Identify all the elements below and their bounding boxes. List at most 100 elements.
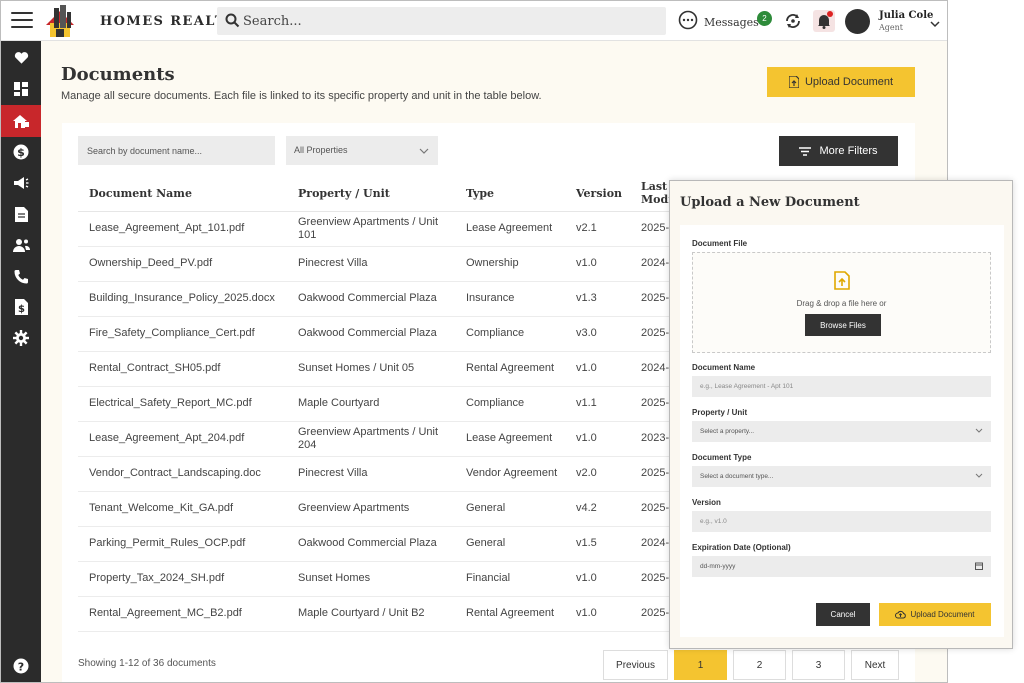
svg-text:$: $ xyxy=(17,146,25,159)
page-2-button[interactable]: 2 xyxy=(733,650,786,680)
megaphone-icon xyxy=(14,177,29,189)
document-name-input[interactable] xyxy=(692,376,991,397)
version-input[interactable] xyxy=(692,511,991,532)
cancel-button[interactable]: Cancel xyxy=(816,603,870,626)
calendar-icon[interactable] xyxy=(975,562,983,572)
version-cell: v2.0 xyxy=(565,456,630,492)
property-filter-value: All Properties xyxy=(294,145,348,155)
column-header-property[interactable]: Property / Unit xyxy=(287,176,455,212)
top-bar: HOMES REALTY Messages 2 Julia Cole Agent xyxy=(1,1,947,41)
document-name-cell: Building_Insurance_Policy_2025.docx xyxy=(78,281,287,317)
property-unit-cell: Greenview Apartments / Unit 204 xyxy=(287,421,455,457)
messages-button[interactable]: Messages xyxy=(678,10,759,34)
settings-icon xyxy=(13,330,29,346)
type-cell: Financial xyxy=(455,561,565,597)
expiration-date-label: Expiration Date (Optional) xyxy=(692,543,791,552)
people-icon xyxy=(12,239,30,252)
global-search[interactable] xyxy=(217,7,666,35)
modal-title: Upload a New Document xyxy=(680,195,860,210)
phone-icon xyxy=(14,269,28,283)
property-unit-cell: Greenview Apartments / Unit 101 xyxy=(287,211,455,247)
pagination-summary: Showing 1-12 of 36 documents xyxy=(78,658,216,669)
chevron-down-icon xyxy=(975,473,983,480)
sidebar-item-calls[interactable] xyxy=(1,261,41,291)
type-cell: General xyxy=(455,491,565,527)
property-unit-cell: Greenview Apartments xyxy=(287,491,455,527)
sidebar-item-finance[interactable]: $ xyxy=(1,137,41,167)
type-cell: Rental Agreement xyxy=(455,596,565,632)
type-cell: Compliance xyxy=(455,386,565,422)
sidebar-item-properties[interactable] xyxy=(1,105,41,137)
upload-document-submit-label: Upload Document xyxy=(910,610,975,619)
property-icon xyxy=(13,114,29,128)
document-search-input[interactable] xyxy=(78,136,275,165)
upload-document-submit-button[interactable]: Upload Document xyxy=(879,603,991,626)
version-cell: v1.0 xyxy=(565,421,630,457)
document-name-cell: Lease_Agreement_Apt_101.pdf xyxy=(78,211,287,247)
chevron-down-icon xyxy=(975,428,983,435)
sidebar-item-favorites[interactable] xyxy=(1,43,41,73)
logo[interactable] xyxy=(43,5,77,37)
version-cell: v1.1 xyxy=(565,386,630,422)
upload-document-modal: Upload a New Document Document File Drag… xyxy=(669,180,1013,649)
document-name-cell: Property_Tax_2024_SH.pdf xyxy=(78,561,287,597)
more-filters-button[interactable]: More Filters xyxy=(779,136,898,166)
file-dropzone[interactable]: Drag & drop a file here or Browse Files xyxy=(692,252,991,353)
column-header-name[interactable]: Document Name xyxy=(78,176,287,212)
browse-files-button[interactable]: Browse Files xyxy=(805,314,881,336)
expiration-date-input[interactable]: dd-mm-yyyy xyxy=(692,556,991,577)
type-cell: Lease Agreement xyxy=(455,421,565,457)
property-unit-select[interactable]: Select a property... xyxy=(692,421,991,442)
menu-icon[interactable] xyxy=(11,12,33,30)
version-cell: v1.0 xyxy=(565,351,630,387)
sidebar-item-settings[interactable] xyxy=(1,323,41,353)
document-name-cell: Ownership_Deed_PV.pdf xyxy=(78,246,287,282)
upload-document-button[interactable]: Upload Document xyxy=(767,67,915,97)
property-unit-cell: Oakwood Commercial Plaza xyxy=(287,526,455,562)
sidebar-item-marketing[interactable] xyxy=(1,168,41,198)
chevron-down-icon xyxy=(419,146,429,156)
chevron-down-icon[interactable] xyxy=(930,15,940,33)
next-page-button[interactable]: Next xyxy=(851,650,899,680)
sidebar-item-people[interactable] xyxy=(1,230,41,260)
modal-form: Document File Drag & drop a file here or… xyxy=(680,225,1004,637)
global-search-input[interactable] xyxy=(243,11,653,31)
user-name[interactable]: Julia Cole xyxy=(879,10,933,21)
search-icon xyxy=(225,13,240,33)
version-cell: v1.0 xyxy=(565,561,630,597)
type-cell: Lease Agreement xyxy=(455,211,565,247)
sync-icon[interactable] xyxy=(784,12,802,35)
page-3-button[interactable]: 3 xyxy=(792,650,845,680)
page-subtitle: Manage all secure documents. Each file i… xyxy=(61,90,542,102)
previous-page-button[interactable]: Previous xyxy=(603,650,668,680)
pagination: Previous 1 2 3 Next xyxy=(603,650,899,680)
document-name-cell: Lease_Agreement_Apt_204.pdf xyxy=(78,421,287,457)
sidebar-item-documents[interactable] xyxy=(1,199,41,229)
property-unit-cell: Pinecrest Villa xyxy=(287,246,455,282)
user-role: Agent xyxy=(879,23,903,32)
page-1-button[interactable]: 1 xyxy=(674,650,727,680)
avatar[interactable] xyxy=(845,9,870,34)
dropzone-text: Drag & drop a file here or xyxy=(796,299,887,308)
sidebar-item-dashboard[interactable] xyxy=(1,74,41,104)
property-unit-placeholder: Select a property... xyxy=(700,428,755,435)
version-label: Version xyxy=(692,498,721,507)
column-header-type[interactable]: Type xyxy=(455,176,565,212)
sidebar-item-invoices[interactable]: $ xyxy=(1,292,41,322)
document-type-select[interactable]: Select a document type... xyxy=(692,466,991,487)
version-cell: v1.0 xyxy=(565,246,630,282)
column-header-version[interactable]: Version xyxy=(565,176,630,212)
more-filters-label: More Filters xyxy=(819,145,878,157)
notifications-button[interactable] xyxy=(813,10,835,32)
document-name-cell: Fire_Safety_Compliance_Cert.pdf xyxy=(78,316,287,352)
sidebar-item-help[interactable]: ? xyxy=(1,651,41,681)
property-unit-cell: Maple Courtyard / Unit B2 xyxy=(287,596,455,632)
heart-icon xyxy=(14,52,28,64)
document-name-cell: Tenant_Welcome_Kit_GA.pdf xyxy=(78,491,287,527)
property-unit-cell: Oakwood Commercial Plaza xyxy=(287,316,455,352)
chat-icon xyxy=(678,10,698,35)
property-unit-cell: Sunset Homes xyxy=(287,561,455,597)
property-unit-cell: Pinecrest Villa xyxy=(287,456,455,492)
filter-icon xyxy=(799,146,812,156)
property-filter-select[interactable]: All Properties xyxy=(286,136,438,165)
